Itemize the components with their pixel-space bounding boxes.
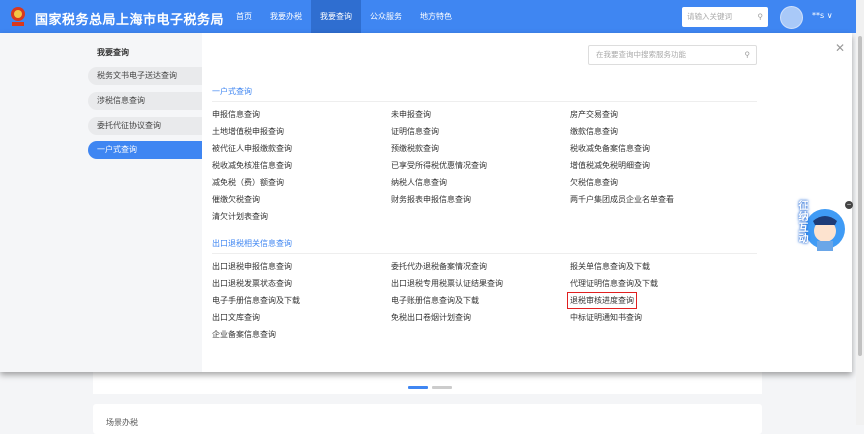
- query-link[interactable]: 出口文库查询: [212, 312, 260, 323]
- section-divider: [212, 253, 757, 254]
- query-link[interactable]: 报关单信息查询及下载: [570, 261, 650, 272]
- query-link[interactable]: 申报信息查询: [212, 109, 260, 120]
- query-link[interactable]: 出口退税专用税票认证结果查询: [391, 278, 503, 289]
- search-icon[interactable]: ⚲: [758, 7, 764, 27]
- sidebar-item-one-stop[interactable]: 一户式查询: [88, 141, 202, 159]
- query-link[interactable]: 财务报表申报信息查询: [391, 194, 471, 205]
- query-link[interactable]: 土地增值税申报查询: [212, 126, 284, 137]
- nav-query[interactable]: 我要查询: [311, 0, 361, 33]
- query-link[interactable]: 企业备案信息查询: [212, 329, 276, 340]
- query-link[interactable]: 房产交易查询: [570, 109, 618, 120]
- query-link[interactable]: 税收减免核准信息查询: [212, 160, 292, 171]
- scrollbar-thumb[interactable]: [858, 36, 862, 356]
- query-link[interactable]: 纳税人信息查询: [391, 177, 447, 188]
- query-link[interactable]: 增值税减免税明细查询: [570, 160, 650, 171]
- nav-home[interactable]: 首页: [227, 0, 261, 33]
- sidebar-item-tax-info[interactable]: 涉税信息查询: [88, 92, 202, 110]
- search-icon[interactable]: ⚲: [745, 46, 751, 64]
- nav-local-features[interactable]: 地方特色: [411, 0, 461, 33]
- carousel-dot-active[interactable]: [408, 386, 428, 389]
- query-link[interactable]: 免税出口卷烟计划查询: [391, 312, 471, 323]
- main-nav: 首页 我要办税 我要查询 公众服务 地方特色: [227, 0, 461, 33]
- query-link[interactable]: 预缴税款查询: [391, 143, 439, 154]
- search-placeholder: 在我要查询中搜索服务功能: [596, 50, 686, 59]
- sidebar-item-doc-delivery[interactable]: 税务文书电子送达查询: [88, 67, 202, 85]
- user-menu[interactable]: **s ∨: [812, 11, 833, 20]
- query-link[interactable]: 催缴欠税查询: [212, 194, 260, 205]
- sidebar-item-entrust-agreement[interactable]: 委托代征协议查询: [88, 117, 202, 135]
- query-link[interactable]: 证明信息查询: [391, 126, 439, 137]
- tax-emblem-logo: [11, 7, 25, 26]
- nav-do-tax[interactable]: 我要办税: [261, 0, 311, 33]
- query-link[interactable]: 税收减免备案信息查询: [570, 143, 650, 154]
- query-link[interactable]: 已享受所得税优惠情况查询: [391, 160, 487, 171]
- scene-tax-card: 场景办税: [93, 404, 762, 434]
- query-link[interactable]: 减免税（费）额查询: [212, 177, 284, 188]
- query-link[interactable]: 缴款信息查询: [570, 126, 618, 137]
- mascot-close-icon[interactable]: −: [845, 201, 853, 209]
- query-link[interactable]: 清欠计划表查询: [212, 211, 268, 222]
- avatar[interactable]: [780, 6, 803, 29]
- query-sidebar: 我要查询 税务文书电子送达查询 涉税信息查询 委托代征协议查询 一户式查询: [0, 33, 202, 372]
- section-title: 出口退税相关信息查询: [212, 239, 292, 248]
- query-link[interactable]: 电子账册信息查询及下载: [391, 295, 479, 306]
- close-icon[interactable]: ✕: [835, 41, 845, 55]
- nav-public-service[interactable]: 公众服务: [361, 0, 411, 33]
- carousel-card: [93, 372, 762, 394]
- section-title: 一户式查询: [212, 87, 252, 96]
- query-link[interactable]: 被代征人申报缴款查询: [212, 143, 292, 154]
- card-title: 场景办税: [106, 418, 138, 427]
- query-link[interactable]: 欠税信息查询: [570, 177, 618, 188]
- header: 国家税务总局上海市电子税务局 首页 我要办税 我要查询 公众服务 地方特色 请输…: [0, 0, 856, 33]
- query-link[interactable]: 委托代办退税备案情况查询: [391, 261, 487, 272]
- section-divider: [212, 101, 757, 102]
- query-link-highlighted[interactable]: 退税审核进度查询: [567, 292, 637, 309]
- header-search-input[interactable]: 请输入关键词 ⚲: [682, 7, 768, 27]
- query-dropdown-panel: 我要查询 税务文书电子送达查询 涉税信息查询 委托代征协议查询 一户式查询 在我…: [0, 33, 852, 372]
- query-link[interactable]: 未申报查询: [391, 109, 431, 120]
- query-link[interactable]: 两千户集团成员企业名单查看: [570, 194, 674, 205]
- site-title[interactable]: 国家税务总局上海市电子税务局: [35, 9, 224, 28]
- search-placeholder: 请输入关键词: [687, 12, 732, 21]
- query-link[interactable]: 出口退税申报信息查询: [212, 261, 292, 272]
- panel-search-input[interactable]: 在我要查询中搜索服务功能 ⚲: [588, 45, 757, 65]
- query-link[interactable]: 电子手册信息查询及下载: [212, 295, 300, 306]
- mascot-text[interactable]: 征纳互动: [795, 200, 807, 244]
- sidebar-title: 我要查询: [97, 48, 129, 57]
- query-link[interactable]: 代理证明信息查询及下载: [570, 278, 658, 289]
- query-link[interactable]: 出口退税发票状态查询: [212, 278, 292, 289]
- carousel-dot[interactable]: [432, 386, 452, 389]
- query-link[interactable]: 中标证明通知书查询: [570, 312, 642, 323]
